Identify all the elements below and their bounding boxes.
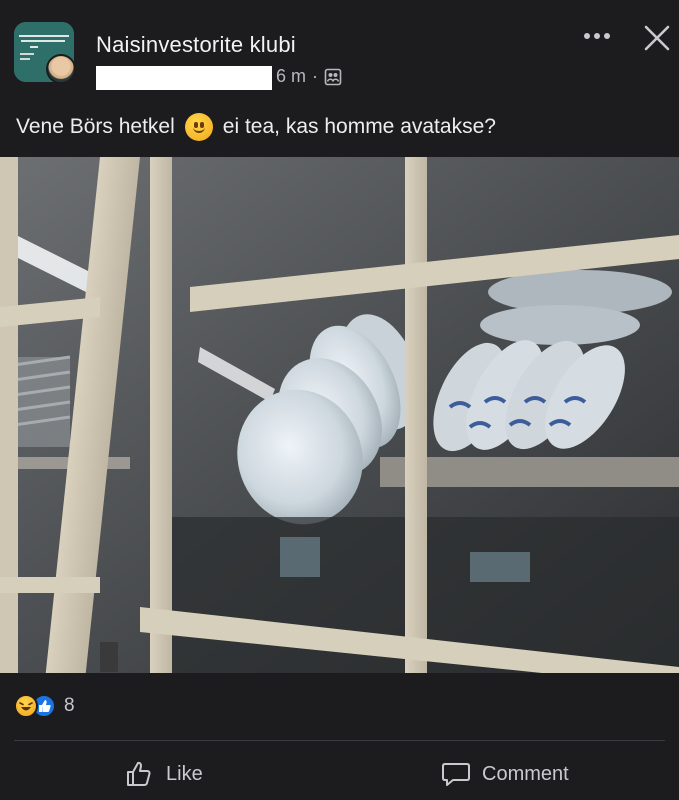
author-avatar[interactable]: [46, 54, 76, 84]
cabinet-photo: [0, 157, 679, 673]
post-photo[interactable]: [0, 157, 679, 673]
redacted-author-name: [96, 66, 272, 90]
group-privacy-icon: [324, 68, 342, 85]
post-text-after: ei tea, kas homme avatakse?: [222, 115, 496, 138]
reaction-count: 8: [64, 695, 75, 716]
post-text-before: Vene Börs hetkel: [16, 115, 175, 138]
meta-separator: ·: [312, 66, 319, 86]
post-actions: Like Comment: [0, 752, 679, 796]
close-icon[interactable]: [643, 24, 671, 52]
post-meta: 6 m ·: [276, 66, 342, 87]
haha-reaction-icon: [14, 694, 38, 718]
comment-bubble-icon: [442, 763, 470, 786]
post-text: Vene Börs hetkel ei tea, kas homme avata…: [16, 113, 496, 141]
more-options-icon[interactable]: [582, 26, 612, 46]
post-header: Naisinvestorite klubi 6 m ·: [0, 0, 679, 100]
thumbs-up-icon: [127, 761, 151, 786]
reactions-summary[interactable]: 8: [14, 694, 75, 718]
actions-divider: [14, 740, 665, 741]
like-label: Like: [166, 762, 203, 785]
like-button[interactable]: Like: [124, 752, 203, 796]
post-time[interactable]: 6 m: [276, 66, 306, 87]
post-card: Naisinvestorite klubi 6 m · Vene Börs he…: [0, 0, 679, 800]
group-name[interactable]: Naisinvestorite klubi: [96, 32, 296, 58]
comment-button[interactable]: Comment: [440, 752, 569, 796]
smiley-emoji-icon: [184, 113, 213, 141]
comment-label: Comment: [482, 762, 569, 785]
